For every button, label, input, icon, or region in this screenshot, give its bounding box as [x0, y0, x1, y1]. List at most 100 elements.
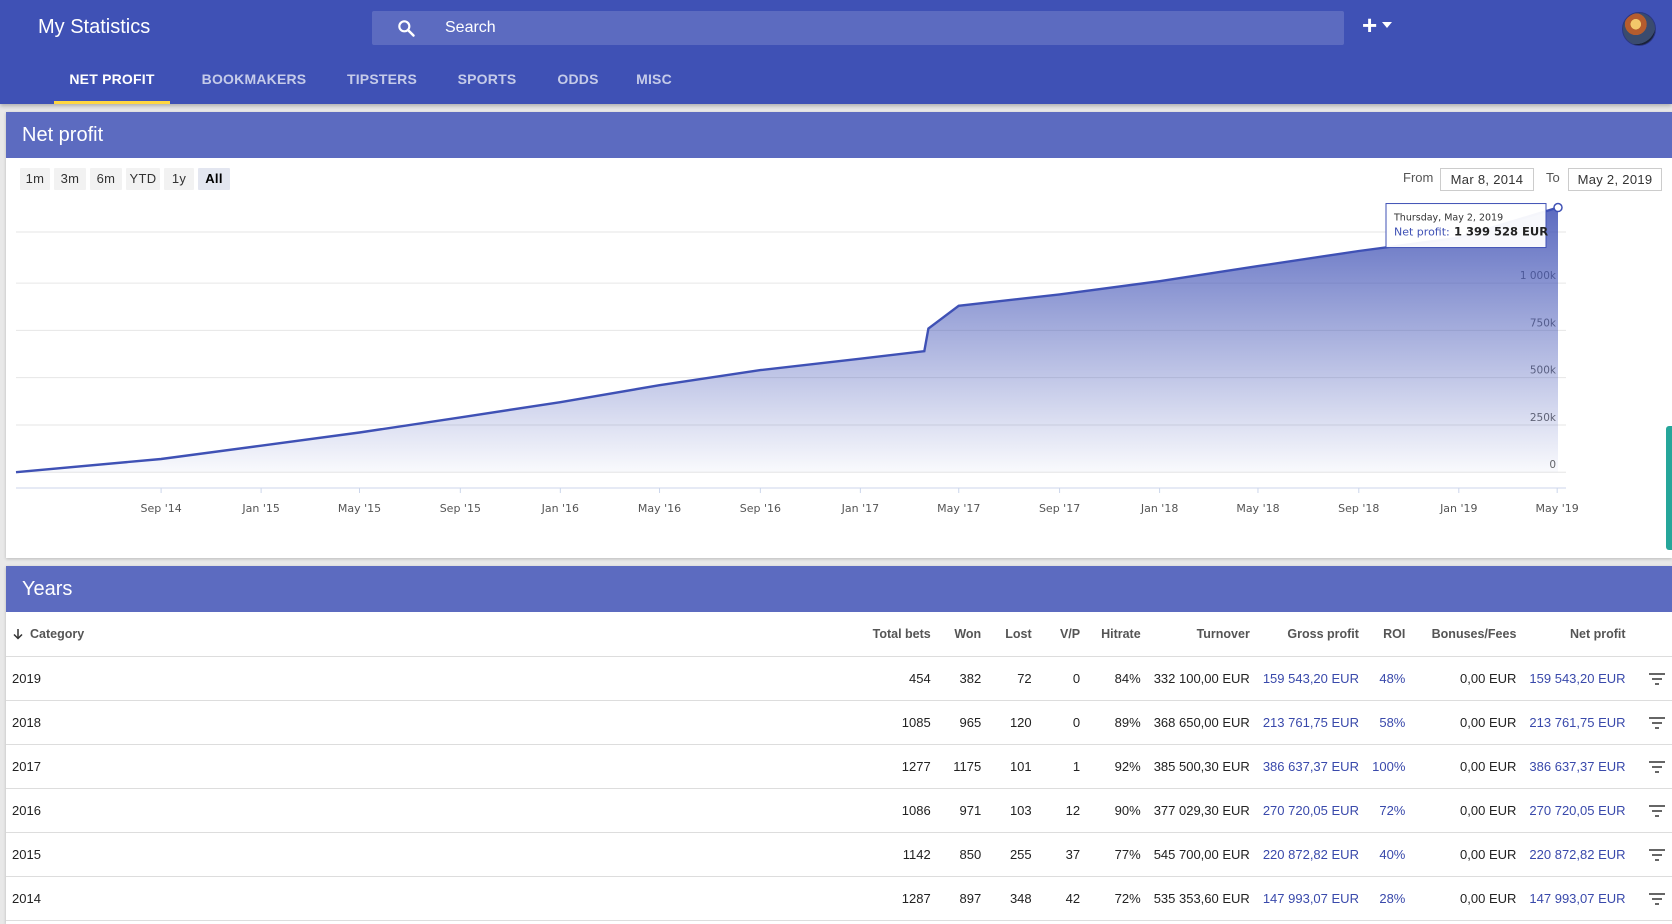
- x-tick-label: May '18: [1236, 502, 1279, 515]
- cell-won: 382: [936, 656, 988, 701]
- filter-icon: [1649, 848, 1665, 861]
- cell-category: 2017: [6, 744, 208, 789]
- data-point[interactable]: [1553, 202, 1563, 213]
- panel-title-net-profit: Net profit: [6, 112, 1672, 158]
- col-lost[interactable]: Lost: [987, 612, 1038, 657]
- cell-net-profit: 220 872,82 EUR: [1522, 832, 1632, 877]
- cell-total-bets: 1086: [207, 788, 937, 833]
- add-menu-button[interactable]: +: [1360, 10, 1394, 42]
- col-hitrate[interactable]: Hitrate: [1086, 612, 1147, 657]
- cell-lost: 255: [987, 832, 1038, 877]
- col-category[interactable]: Category: [6, 612, 208, 657]
- tooltip-label: Net profit:: [1394, 226, 1450, 239]
- row-filter-button[interactable]: [1631, 656, 1672, 701]
- col-vp[interactable]: V/P: [1037, 612, 1087, 657]
- search-bar[interactable]: Search: [372, 11, 1344, 45]
- table-row[interactable]: 2015 1142 850 255 37 77% 545 700,00 EUR 220 872…: [6, 832, 1672, 877]
- col-won[interactable]: Won: [936, 612, 988, 657]
- cell-v-p: 42: [1037, 876, 1087, 921]
- cell-hitrate: 90%: [1086, 788, 1147, 833]
- sort-arrow-down-icon: [13, 628, 23, 640]
- cell-net-profit: 159 543,20 EUR: [1522, 656, 1632, 701]
- search-input[interactable]: Search: [445, 19, 496, 37]
- table-header-row: Category Total bets Won Lost V/P Hitrate…: [6, 612, 1672, 657]
- x-tick-label: Sep '15: [440, 502, 481, 515]
- tab-sports[interactable]: SPORTS: [446, 56, 528, 104]
- cell-turnover: 385 500,30 EUR: [1146, 744, 1256, 789]
- cell-gross-profit: 270 720,05 EUR: [1255, 788, 1365, 833]
- table-row[interactable]: 2016 1086 971 103 12 90% 377 029,30 EUR 270 720…: [6, 788, 1672, 833]
- cell-v-p: 37: [1037, 832, 1087, 877]
- tab-odds[interactable]: ODDS: [548, 56, 608, 104]
- filter-icon: [1649, 892, 1665, 905]
- tab-misc[interactable]: MISC: [626, 56, 682, 104]
- cell-won: 1175: [936, 744, 988, 789]
- row-filter-button[interactable]: [1631, 876, 1672, 921]
- years-table: Category Total bets Won Lost V/P Hitrate…: [6, 612, 1672, 921]
- cell-bonuses-fees: 0,00 EUR: [1411, 744, 1523, 789]
- x-tick-label: Sep '16: [740, 502, 781, 515]
- col-total-bets[interactable]: Total bets: [207, 612, 937, 657]
- col-bonuses-fees[interactable]: Bonuses/Fees: [1411, 612, 1523, 657]
- cell-bonuses-fees: 0,00 EUR: [1411, 700, 1523, 745]
- cell-net-profit: 147 993,07 EUR: [1522, 876, 1632, 921]
- col-gross-profit[interactable]: Gross profit: [1255, 612, 1365, 657]
- cell-bonuses-fees: 0,00 EUR: [1411, 788, 1523, 833]
- x-tick-label: Sep '17: [1039, 502, 1080, 515]
- row-filter-button[interactable]: [1631, 832, 1672, 877]
- filter-icon: [1649, 672, 1665, 685]
- x-tick-label: Jan '19: [1439, 502, 1477, 515]
- cell-gross-profit: 159 543,20 EUR: [1255, 656, 1365, 701]
- avatar[interactable]: [1622, 12, 1656, 46]
- cell-v-p: 0: [1037, 700, 1087, 745]
- x-tick-label: Jan '15: [241, 502, 279, 515]
- chevron-down-icon: [1382, 22, 1392, 28]
- x-tick-label: Jan '16: [541, 502, 579, 515]
- col-net-profit[interactable]: Net profit: [1522, 612, 1632, 657]
- cell-roi: 58%: [1364, 700, 1412, 745]
- row-filter-button[interactable]: [1631, 700, 1672, 745]
- x-tick-label: May '16: [638, 502, 681, 515]
- cell-turnover: 368 650,00 EUR: [1146, 700, 1256, 745]
- table-row[interactable]: 2014 1287 897 348 42 72% 535 353,60 EUR 147 993…: [6, 876, 1672, 921]
- cell-hitrate: 92%: [1086, 744, 1147, 789]
- tab-net-profit[interactable]: NET PROFIT: [54, 56, 170, 104]
- cell-total-bets: 1287: [207, 876, 937, 921]
- table-row[interactable]: 2019 454 382 72 0 84% 332 100,00 EUR 159 543,20…: [6, 656, 1672, 701]
- cell-roi: 48%: [1364, 656, 1412, 701]
- net-profit-area: [16, 207, 1558, 473]
- cell-lost: 103: [987, 788, 1038, 833]
- row-filter-button[interactable]: [1631, 744, 1672, 789]
- x-tick-label: Sep '18: [1338, 502, 1379, 515]
- cell-turnover: 535 353,60 EUR: [1146, 876, 1256, 921]
- cell-lost: 348: [987, 876, 1038, 921]
- cell-hitrate: 84%: [1086, 656, 1147, 701]
- row-filter-button[interactable]: [1631, 788, 1672, 833]
- cell-category: 2019: [6, 656, 208, 701]
- cell-bonuses-fees: 0,00 EUR: [1411, 832, 1523, 877]
- cell-turnover: 377 029,30 EUR: [1146, 788, 1256, 833]
- cell-total-bets: 1085: [207, 700, 937, 745]
- years-panel: Years Category Total bets Won Lost V/P H…: [6, 566, 1672, 924]
- x-tick-label: Jan '18: [1140, 502, 1178, 515]
- scrollbar-handle[interactable]: [1666, 426, 1672, 550]
- app-title: My Statistics: [38, 16, 151, 38]
- cell-category: 2015: [6, 832, 208, 877]
- filter-icon: [1649, 804, 1665, 817]
- net-profit-chart[interactable]: 0250k500k750k1 000kSep '14Jan '15May '15…: [6, 158, 1672, 558]
- cell-net-profit: 213 761,75 EUR: [1522, 700, 1632, 745]
- col-roi[interactable]: ROI: [1364, 612, 1412, 657]
- col-turnover[interactable]: Turnover: [1146, 612, 1256, 657]
- table-row[interactable]: 2017 1277 1175 101 1 92% 385 500,30 EUR 386 637…: [6, 744, 1672, 789]
- cell-bonuses-fees: 0,00 EUR: [1411, 876, 1523, 921]
- cell-category: 2014: [6, 876, 208, 921]
- tab-bookmakers[interactable]: BOOKMAKERS: [191, 56, 317, 104]
- chart-tooltip: Thursday, May 2, 2019 Net profit: 1 399 52…: [1385, 203, 1548, 249]
- cell-gross-profit: 147 993,07 EUR: [1255, 876, 1365, 921]
- cell-won: 850: [936, 832, 988, 877]
- cell-category: 2018: [6, 700, 208, 745]
- table-row[interactable]: 2018 1085 965 120 0 89% 368 650,00 EUR 213 761,…: [6, 700, 1672, 745]
- cell-net-profit: 270 720,05 EUR: [1522, 788, 1632, 833]
- tab-tipsters[interactable]: TIPSTERS: [336, 56, 428, 104]
- x-tick-label: Jan '17: [841, 502, 879, 515]
